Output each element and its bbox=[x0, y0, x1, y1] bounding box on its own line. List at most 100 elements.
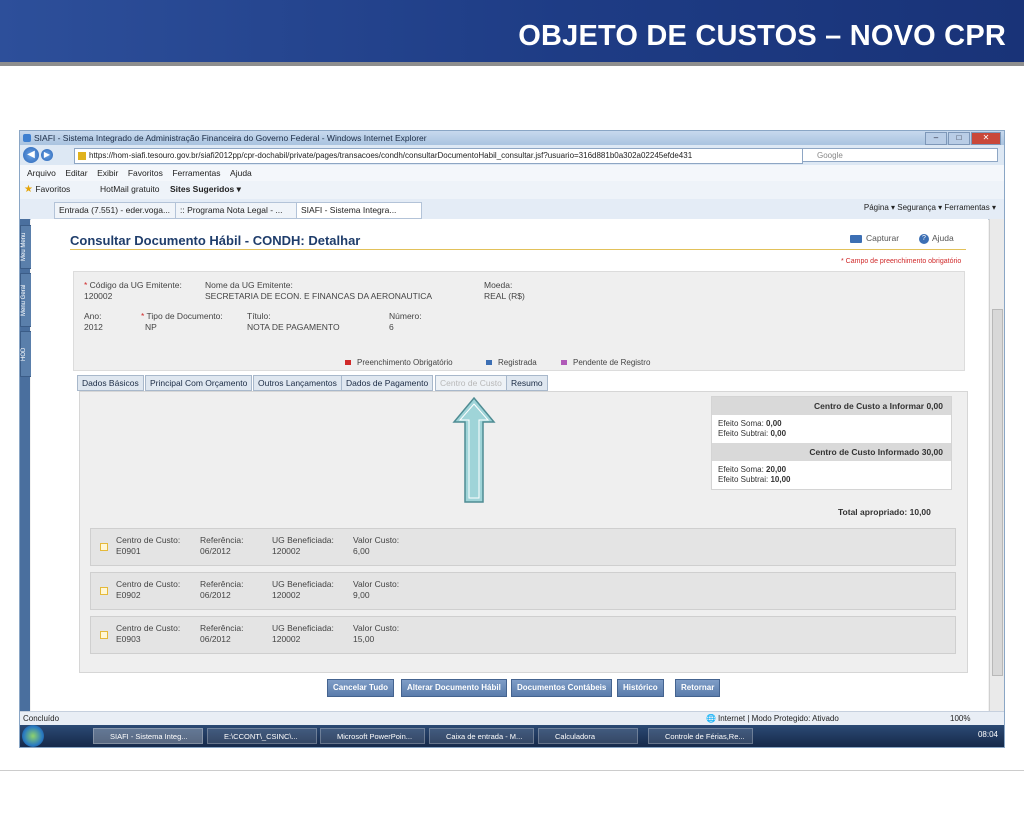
ie-icon bbox=[23, 134, 31, 142]
url-input[interactable]: https://hom-siafi.tesouro.gov.br/siafi20… bbox=[74, 148, 803, 164]
scrollbar-thumb[interactable] bbox=[992, 309, 1003, 676]
historico-button[interactable]: Histórico bbox=[617, 679, 664, 697]
favorites-button[interactable]: ★ Favoritos bbox=[24, 184, 70, 195]
expand-icon[interactable] bbox=[100, 631, 108, 639]
capturar-button[interactable]: Capturar bbox=[850, 233, 899, 243]
star-icon: ★ bbox=[24, 184, 33, 195]
expand-icon[interactable] bbox=[100, 587, 108, 595]
tab-dados-basicos[interactable]: Dados Básicos bbox=[77, 375, 144, 391]
valor-label: Valor Custo: bbox=[353, 579, 400, 589]
valor-value: 6,00 bbox=[353, 546, 370, 556]
taskbar-controle-ferias[interactable]: Controle de Férias,Re... bbox=[648, 728, 753, 744]
ug-value: 120002 bbox=[272, 590, 301, 600]
referencia-label: Referência: bbox=[200, 623, 244, 633]
taskbar-outlook[interactable]: Caixa de entrada - M... bbox=[429, 728, 534, 744]
cancelar-tudo-button[interactable]: Cancelar Tudo bbox=[327, 679, 394, 697]
menu-bar: Arquivo Editar Exibir Favoritos Ferramen… bbox=[20, 165, 1004, 182]
browser-tab-nota-legal[interactable]: :: Programa Nota Legal - ... bbox=[175, 202, 298, 219]
centro-label: Centro de Custo: bbox=[116, 535, 181, 545]
retornar-button[interactable]: Retornar bbox=[675, 679, 721, 697]
total-apropriado: Total apropriado: 10,00 bbox=[838, 507, 931, 517]
informar-subtrai-value: 0,00 bbox=[770, 429, 787, 438]
zoom-level[interactable]: 100% bbox=[950, 712, 970, 726]
page-content: Consultar Documento Hábil - CONDH: Detal… bbox=[31, 219, 988, 711]
legend-pendente: Pendente de Registro bbox=[561, 358, 650, 367]
tab-resumo[interactable]: Resumo bbox=[506, 375, 548, 391]
browser-tabs: Entrada (7.551) - eder.voga... :: Progra… bbox=[20, 199, 1004, 220]
slide-title: OBJETO DE CUSTOS – NOVO CPR bbox=[518, 20, 1006, 52]
red-flag-icon bbox=[345, 360, 351, 365]
minimize-button[interactable]: – bbox=[925, 132, 947, 145]
globe-icon: 🌐 bbox=[706, 714, 716, 723]
menu-ajuda[interactable]: Ajuda bbox=[230, 165, 252, 181]
search-placeholder: Google bbox=[817, 151, 843, 160]
window-titlebar: SIAFI - Sistema Integrado de Administraç… bbox=[20, 131, 1004, 145]
tab-outros-lancamentos[interactable]: Outros Lançamentos bbox=[253, 375, 342, 391]
menu-favoritos[interactable]: Favoritos bbox=[128, 165, 163, 181]
system-clock[interactable]: 08:04 bbox=[978, 730, 998, 739]
documentos-contabeis-button[interactable]: Documentos Contábeis bbox=[511, 679, 613, 697]
favorites-bar: ★ Favoritos HotMail gratuito Sites Suger… bbox=[20, 181, 1004, 200]
tab-dados-de-pagamento[interactable]: Dados de Pagamento bbox=[341, 375, 434, 391]
command-bar[interactable]: Página ▾ Segurança ▾ Ferramentas ▾ bbox=[864, 203, 996, 212]
centro-label: Centro de Custo: bbox=[116, 579, 181, 589]
informar-soma-label: Efeito Soma: bbox=[718, 419, 764, 428]
back-button[interactable]: ◀ bbox=[23, 147, 39, 163]
start-button[interactable] bbox=[22, 725, 44, 747]
valor-label: Valor Custo: bbox=[353, 623, 400, 633]
tab-centro-de-custo[interactable]: Centro de Custo bbox=[435, 375, 507, 391]
informado-subtrai-value: 10,00 bbox=[770, 475, 791, 484]
referencia-label: Referência: bbox=[200, 535, 244, 545]
menu-arquivo[interactable]: Arquivo bbox=[27, 165, 56, 181]
tab-principal-com-orcamento[interactable]: Principal Com Orçamento bbox=[145, 375, 253, 391]
menu-exibir[interactable]: Exibir bbox=[97, 165, 118, 181]
expand-icon[interactable] bbox=[100, 543, 108, 551]
close-button[interactable]: ✕ bbox=[971, 132, 1001, 145]
ano-value: 2012 bbox=[84, 322, 103, 332]
legend-obrigatorio: Preenchimento Obrigatório bbox=[345, 358, 453, 367]
fav-link-hotmail[interactable]: HotMail gratuito bbox=[100, 184, 160, 194]
status-text: Concluído bbox=[23, 714, 60, 723]
nome-ug-label: Nome da UG Emitente: bbox=[205, 280, 293, 290]
taskbar-powerpoint[interactable]: Microsoft PowerPoin... bbox=[320, 728, 425, 744]
vertical-scrollbar[interactable] bbox=[989, 219, 1004, 711]
menu-ferramentas[interactable]: Ferramentas bbox=[172, 165, 220, 181]
capturar-label: Capturar bbox=[866, 233, 900, 243]
document-header: Código da UG Emitente: 120002 Nome da UG… bbox=[73, 271, 965, 371]
cost-center-row: Centro de Custo: E0902 Referência: 06/20… bbox=[90, 572, 956, 610]
referencia-label: Referência: bbox=[200, 579, 244, 589]
browser-tab-entrada[interactable]: Entrada (7.551) - eder.voga... bbox=[54, 202, 177, 219]
tipo-documento-value: NP bbox=[145, 322, 157, 332]
browser-tab-siafi[interactable]: SIAFI - Sistema Integra... bbox=[296, 202, 422, 219]
informado-body: Efeito Soma: 20,00 Efeito Subtrai: 10,00 bbox=[712, 461, 951, 489]
informar-title: Centro de Custo a Informar 0,00 bbox=[712, 397, 951, 415]
titulo-label: Título: bbox=[247, 311, 271, 321]
search-input[interactable]: Google bbox=[802, 148, 998, 162]
nome-ug-value: SECRETARIA DE ECON. E FINANCAS DA AERONA… bbox=[205, 291, 433, 301]
moeda-label: Moeda: bbox=[484, 280, 513, 290]
valor-label: Valor Custo: bbox=[353, 535, 400, 545]
legend-registrada: Registrada bbox=[486, 358, 537, 367]
highlight-arrow-icon bbox=[452, 396, 496, 503]
numero-value: 6 bbox=[389, 322, 394, 332]
valor-value: 15,00 bbox=[353, 634, 375, 644]
taskbar-calculadora[interactable]: Calculadora bbox=[538, 728, 638, 744]
taskbar-explorer[interactable]: E:\CCONT\_CSINC\... bbox=[207, 728, 317, 744]
fav-link-sites[interactable]: Sites Sugeridos ▾ bbox=[170, 184, 241, 195]
cost-center-row: Centro de Custo: E0903 Referência: 06/20… bbox=[90, 616, 956, 654]
purple-flag-icon bbox=[561, 360, 567, 365]
maximize-button[interactable]: □ bbox=[948, 132, 970, 145]
referencia-value: 06/2012 bbox=[200, 590, 231, 600]
security-zone: Internet | Modo Protegido: Ativado bbox=[718, 714, 839, 723]
alterar-documento-button[interactable]: Alterar Documento Hábil bbox=[401, 679, 507, 697]
forward-button[interactable]: ▶ bbox=[41, 149, 53, 161]
centro-de-custo-panel: Centro de Custo a Informar 0,00 Efeito S… bbox=[79, 391, 968, 673]
codigo-ug-label: Código da UG Emitente: bbox=[84, 280, 182, 290]
legend-obrigatorio-label: Preenchimento Obrigatório bbox=[357, 358, 453, 367]
browser-window: SIAFI - Sistema Integrado de Administraç… bbox=[19, 130, 1005, 748]
address-bar: ◀ ▶ https://hom-siafi.tesouro.gov.br/sia… bbox=[20, 145, 1004, 165]
ajuda-button[interactable]: ? Ajuda bbox=[919, 233, 954, 244]
menu-editar[interactable]: Editar bbox=[65, 165, 87, 181]
referencia-value: 06/2012 bbox=[200, 546, 231, 556]
taskbar-siafi[interactable]: SIAFI - Sistema Integ... bbox=[93, 728, 203, 744]
